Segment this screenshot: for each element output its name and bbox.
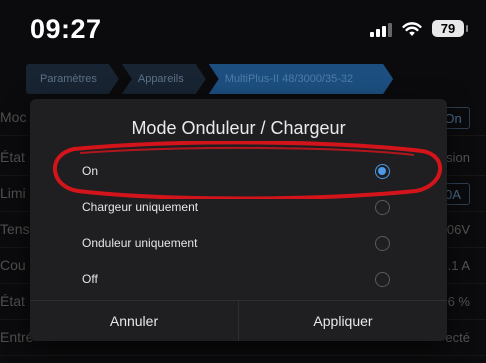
option-off[interactable]: Off xyxy=(30,261,447,297)
breadcrumb-settings[interactable]: Paramètres xyxy=(26,64,119,94)
radio-selected[interactable] xyxy=(375,163,390,179)
breadcrumb-device-current: MultiPlus-II 48/3000/35-32 xyxy=(209,64,393,94)
battery-level: 79 xyxy=(440,21,456,36)
status-icons: 79 xyxy=(370,20,468,37)
cellular-signal-icon xyxy=(370,21,392,37)
cancel-button[interactable]: Annuler xyxy=(30,301,239,341)
dialog-title: Mode Onduleur / Chargeur xyxy=(131,118,346,138)
radio-unselected[interactable] xyxy=(375,235,390,251)
list-item-label: Entré xyxy=(0,329,34,345)
list-item-label: Limi xyxy=(0,185,26,201)
list-item-label: État xyxy=(0,149,25,165)
breadcrumb: Paramètres Appareils MultiPlus-II 48/300… xyxy=(26,64,396,94)
dialog-actions: Annuler Appliquer xyxy=(30,300,447,341)
list-item-value: sion xyxy=(446,150,470,165)
option-label: Onduleur uniquement xyxy=(82,236,198,250)
option-label: Off xyxy=(82,272,98,286)
list-item-label: Cou xyxy=(0,257,26,273)
list-item-value: 06V xyxy=(446,222,470,237)
breadcrumb-devices[interactable]: Appareils xyxy=(122,64,206,94)
list-item-value: ecté xyxy=(445,330,470,345)
wifi-icon xyxy=(402,21,422,37)
radio-unselected[interactable] xyxy=(375,271,390,287)
list-item-label: État xyxy=(0,293,25,309)
option-label: On xyxy=(82,164,99,178)
apply-button[interactable]: Appliquer xyxy=(239,301,447,341)
radio-unselected[interactable] xyxy=(375,199,390,215)
option-inverter-only[interactable]: Onduleur uniquement xyxy=(30,225,447,261)
mode-dialog: Mode Onduleur / Chargeur On Chargeur uni… xyxy=(30,99,447,341)
list-item-label: Tens xyxy=(0,221,30,237)
list-item-label: Moc xyxy=(0,109,27,125)
option-charger-only[interactable]: Chargeur uniquement xyxy=(30,189,447,225)
status-time: 09:27 xyxy=(30,14,102,44)
option-label: Chargeur uniquement xyxy=(82,200,199,214)
option-on[interactable]: On xyxy=(30,153,447,189)
list-item-value: .1 A xyxy=(447,258,470,273)
phone-screen: 09:27 79 Paramètres Appareils MultiPlus-… xyxy=(0,0,486,363)
battery-indicator: 79 xyxy=(432,20,468,37)
